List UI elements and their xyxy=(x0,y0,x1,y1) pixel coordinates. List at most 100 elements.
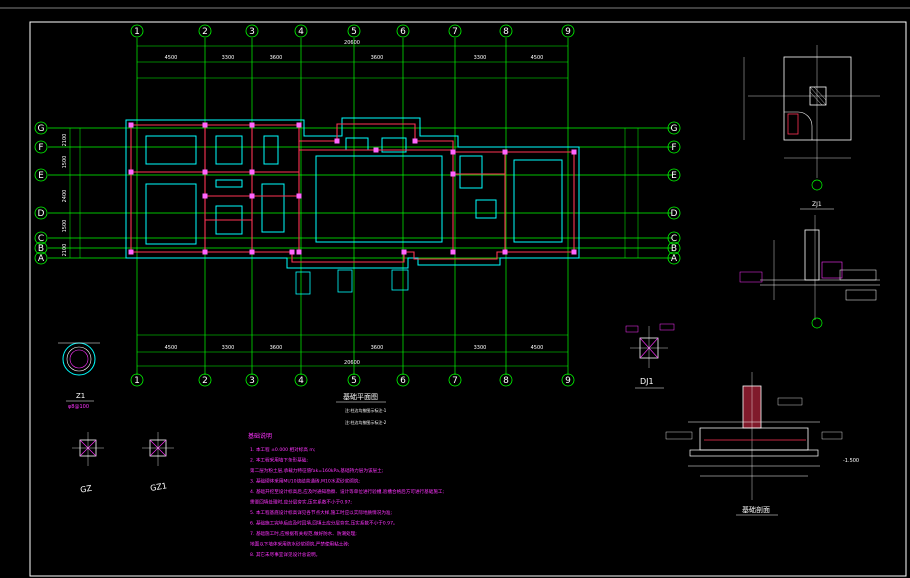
dim-side: 1500 xyxy=(62,220,68,233)
section-label: 基础剖面 xyxy=(742,505,770,514)
column-marker xyxy=(296,122,302,128)
note-line: 4. 基础开挖至设计标高后,应及时通知勘察、设计等单位进行验槽,验槽合格后方可进… xyxy=(250,488,445,495)
dim-top-total: 20600 xyxy=(344,40,360,46)
plan-bottom-footings xyxy=(295,269,409,295)
axis-label-7: 7 xyxy=(452,376,458,386)
note-line: 需要回填处理时,应分层夯实,压实系数不小于0.97; xyxy=(250,499,352,506)
axis-label-3: 3 xyxy=(249,376,255,386)
axis-bubbles: 112233445566778899G GF FE ED DC CB BA A xyxy=(34,24,681,387)
column-marker xyxy=(502,149,508,155)
column-marker xyxy=(450,149,456,155)
column-marker xyxy=(202,193,208,199)
note-line: 1. 本工程 ±0.000 相对标高 m; xyxy=(250,446,316,453)
axis-label-2: 2 xyxy=(202,376,208,386)
dj1-detail: DJ1 xyxy=(625,323,675,389)
note-line: 7. 基础施工时,应根据有关规范,做好防水、防潮处理; xyxy=(250,530,357,537)
column-marker xyxy=(249,169,255,175)
column-marker xyxy=(202,169,208,175)
column-marker xyxy=(296,193,302,199)
axis-label-2: 2 xyxy=(202,27,208,37)
dimension-texts: 4500 3300 3600 3600 3300 4500 4500 3300 3600 3600… xyxy=(62,40,543,366)
axis-label-6: 6 xyxy=(400,376,406,386)
axis-label-4: 4 xyxy=(298,376,304,386)
axis-label-5: 5 xyxy=(351,27,357,37)
column-marker xyxy=(128,169,134,175)
column-marker xyxy=(571,249,577,255)
axis-label-E: E xyxy=(671,171,677,181)
gz-label: GZ xyxy=(80,484,94,495)
column-marker xyxy=(373,147,379,153)
column-marker xyxy=(450,171,456,177)
plan-outline xyxy=(125,117,580,269)
dim-bottom: 4500 xyxy=(165,345,178,351)
dim-bottom: 3300 xyxy=(222,345,235,351)
drawing-frame xyxy=(29,21,907,577)
z1-detail: Z1 φ8@100 xyxy=(58,342,100,410)
axis-label-6: 6 xyxy=(400,27,406,37)
axis-label-E: E xyxy=(38,171,44,181)
note-line: 2. 本工程采用墙下条形基础; xyxy=(250,457,308,464)
column-marker xyxy=(249,193,255,199)
dim-bottom: 3600 xyxy=(270,345,283,351)
axis-label-A: A xyxy=(38,254,45,264)
dim-bottom: 3600 xyxy=(371,345,384,351)
plan-title: 基础平面图 xyxy=(343,392,378,401)
column-marker xyxy=(401,249,407,255)
column-marker xyxy=(202,249,208,255)
axis-label-G: G xyxy=(38,124,45,134)
dim-top: 3300 xyxy=(222,55,235,61)
column-marker xyxy=(128,122,134,128)
wall-section-detail xyxy=(739,215,880,329)
axis-label-8: 8 xyxy=(503,27,509,37)
axis-label-5: 5 xyxy=(351,376,357,386)
note-line: 第二层为粉土层,承载力特征值fak=160kPa,基础持力层为该层土; xyxy=(250,467,384,474)
notes-title: 基础说明 xyxy=(248,432,272,440)
axis-label-G: G xyxy=(671,124,678,134)
dj1-label: DJ1 xyxy=(640,377,654,386)
dim-top: 3600 xyxy=(371,55,384,61)
axis-label-F: F xyxy=(38,143,43,153)
axis-label-D: D xyxy=(671,209,678,219)
axis-label-8: 8 xyxy=(503,376,509,386)
axis-grid xyxy=(48,38,672,375)
z1-note: φ8@100 xyxy=(68,404,89,410)
axis-label-D: D xyxy=(38,209,45,219)
axis-label-A: A xyxy=(671,254,678,264)
note-line: 地面以下墙体采用防水砂浆砌筑,严禁使用粘土砖; xyxy=(250,541,350,548)
cad-drawing-canvas: 112233445566778899G GF FE ED DC CB BA A 4500 330… xyxy=(0,7,910,577)
column-marker xyxy=(450,249,456,255)
dim-side: 2100 xyxy=(62,244,68,257)
zj1-detail: ZJ1 xyxy=(743,45,880,210)
column-marker xyxy=(296,249,302,255)
axis-label-3: 3 xyxy=(249,27,255,37)
note-line: 6. 基础施工完毕后应及时回填,回填土应分层夯实,压实系数不小于0.97。 xyxy=(250,520,398,527)
dim-side: 2400 xyxy=(62,190,68,203)
gz1-detail: GZ1 xyxy=(142,432,174,493)
note-line: 5. 本工程基底设计标高详见各节点大样,施工时应以实际地质情况为准; xyxy=(250,509,393,516)
dim-top: 3600 xyxy=(270,55,283,61)
axis-label-9: 9 xyxy=(565,27,571,37)
axis-label-F: F xyxy=(671,143,676,153)
column-marker xyxy=(571,149,577,155)
column-marker xyxy=(249,122,255,128)
dim-top: 3300 xyxy=(474,55,487,61)
column-marker xyxy=(202,122,208,128)
dim-side: 1500 xyxy=(62,156,68,169)
plan-subtitle-1: 注:柱边均按图示标注-1 xyxy=(345,407,387,413)
column-marker xyxy=(334,138,340,144)
axis-label-1: 1 xyxy=(134,27,140,37)
foundation-section-detail: 基础剖面 -1.500 xyxy=(665,372,859,516)
dim-top: 4500 xyxy=(531,55,544,61)
column-marker xyxy=(128,249,134,255)
plan-subtitle-2: 注:柱边均按图示标注-2 xyxy=(345,419,387,425)
gz1-label: GZ1 xyxy=(150,481,168,493)
zj1-label: ZJ1 xyxy=(812,201,822,208)
axis-label-7: 7 xyxy=(452,27,458,37)
dim-bottom-total: 20600 xyxy=(344,360,360,366)
foundation-notes: 基础说明 1. 本工程 ±0.000 相对标高 m; 2. 本工程采用墙下条形基础… xyxy=(248,432,445,558)
dim-bottom: 3300 xyxy=(474,345,487,351)
dim-bottom: 4500 xyxy=(531,345,544,351)
axis-label-9: 9 xyxy=(565,376,571,386)
axis-label-1: 1 xyxy=(134,376,140,386)
note-line: 8. 其它未尽事宜详见设计总说明。 xyxy=(250,551,320,558)
